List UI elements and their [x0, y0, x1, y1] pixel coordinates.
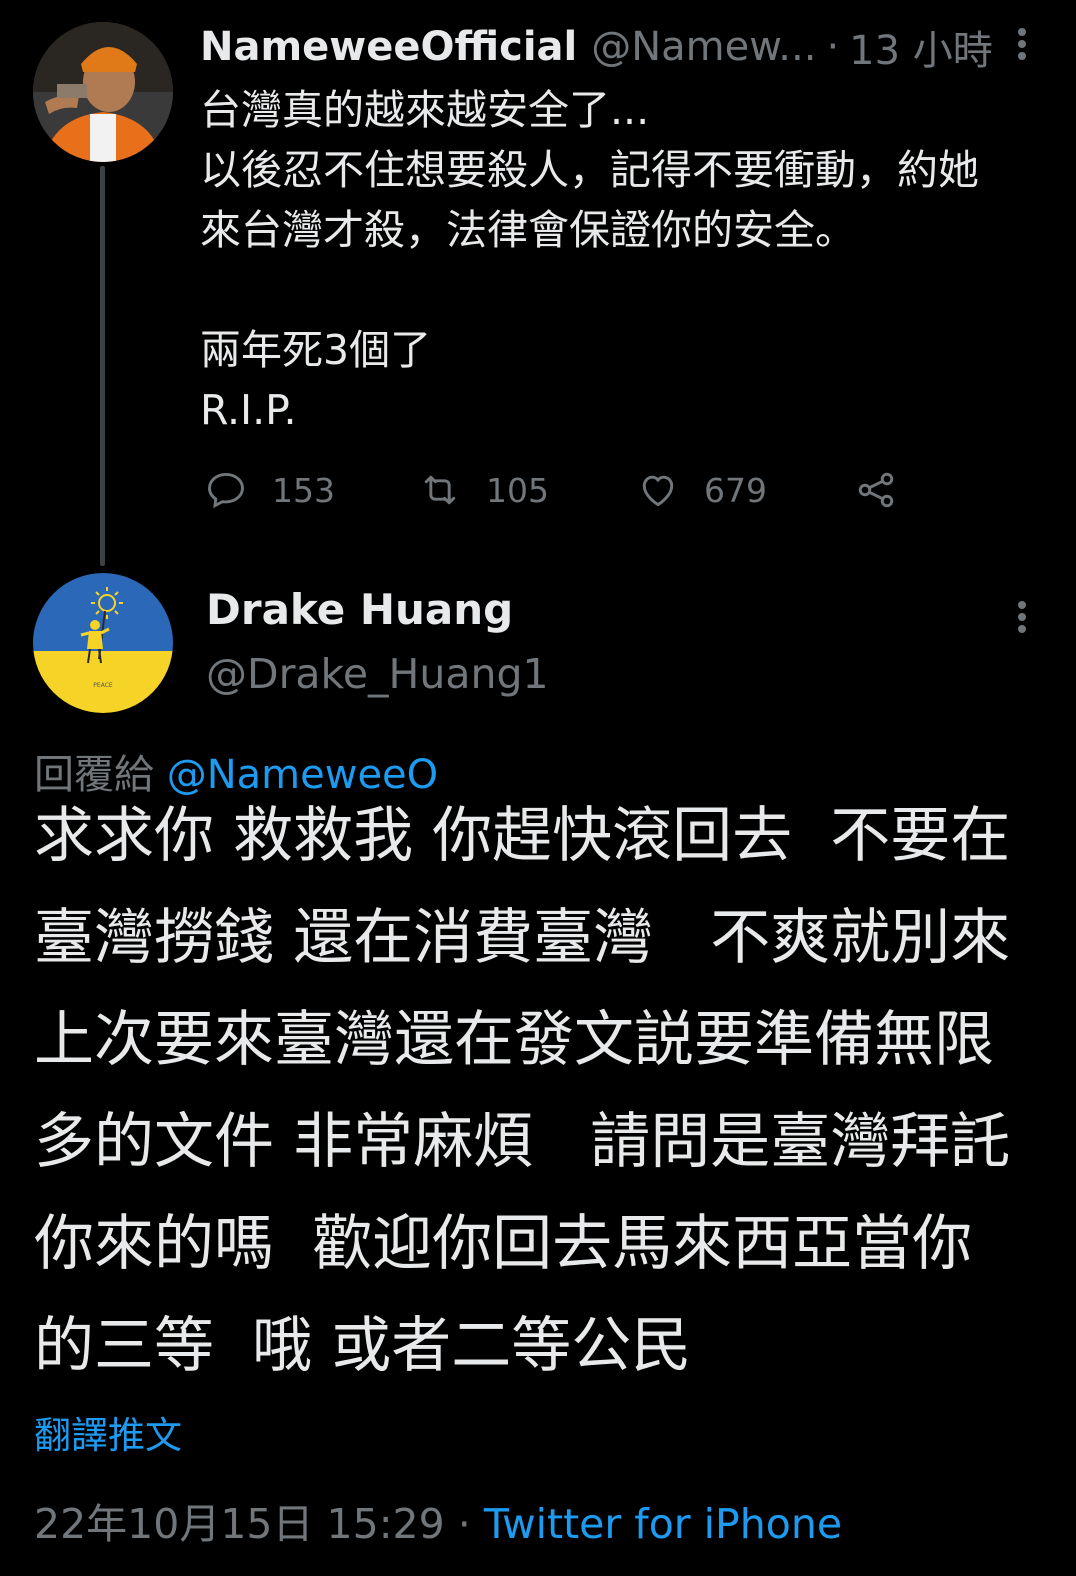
author-handle[interactable]: @Drake_Huang1: [206, 650, 549, 698]
tweet-line: 求求你 救救我 你趕快滾回去 不要在: [34, 801, 1011, 871]
retweet-count: 105: [486, 470, 549, 510]
tweet-line: 臺灣撈錢 還在消費臺灣 不爽就別來: [34, 903, 1011, 973]
avatar-caption: PEACE: [93, 682, 113, 689]
comment-bubble-icon: [208, 472, 244, 509]
author-name[interactable]: NameweeOfficial: [200, 24, 577, 70]
tweet-line: 來台灣才殺，法律會保證你的安全。: [200, 206, 856, 254]
tweet-text: 台灣真的越來越安全了... 以後忍不住想要殺人，記得不要衝動，約她 來台灣才殺，…: [200, 80, 1050, 440]
tweet-line: 多的文件 非常麻煩 請問是臺灣拜託: [34, 1107, 1011, 1177]
tweet-line: 以後忍不住想要殺人，記得不要衝動，約她: [200, 146, 979, 194]
tweet-line: R.I.P.: [200, 386, 297, 434]
more-vertical-icon[interactable]: [1008, 24, 1036, 64]
tweet-timestamp[interactable]: 22年10月15日 15:29: [34, 1500, 445, 1548]
tweet-metadata: 22年10月15日 15:29 · Twitter for iPhone: [34, 1490, 842, 1550]
avatar-photo: [33, 22, 173, 162]
like-count: 679: [704, 470, 767, 510]
translate-tweet-link[interactable]: 翻譯推文: [34, 1405, 182, 1459]
like-button[interactable]: 679: [636, 462, 767, 518]
tweet-line: 兩年死3個了: [200, 326, 432, 374]
tweet-source-link[interactable]: Twitter for iPhone: [484, 1500, 842, 1548]
thread-connector-line: [100, 166, 105, 566]
author-avatar[interactable]: PEACE: [33, 573, 173, 713]
share-icon: [858, 472, 894, 508]
author-handle[interactable]: @Namew...: [591, 24, 816, 70]
reply-button[interactable]: 153: [204, 462, 335, 518]
share-button[interactable]: [854, 462, 898, 518]
retweet-icon: [424, 475, 456, 505]
retweet-button[interactable]: 105: [418, 462, 549, 518]
tweet-line: 上次要來臺灣還在發文説要準備無限: [34, 1005, 994, 1075]
tweet-line: 的三等 哦 或者二等公民: [34, 1311, 692, 1381]
more-vertical-icon[interactable]: [1008, 597, 1036, 637]
reply-count: 153: [272, 470, 335, 510]
meta-separator: ·: [444, 1500, 484, 1548]
header-separator: ·: [826, 24, 840, 70]
heart-icon: [642, 475, 674, 507]
tweet-time[interactable]: 13 小時: [849, 18, 993, 76]
author-name[interactable]: Drake Huang: [206, 585, 513, 634]
tweet-text: 求求你 救救我 你趕快滾回去 不要在 臺灣撈錢 還在消費臺灣 不爽就別來 上次要…: [34, 785, 1064, 1397]
tweet-header: NameweeOfficial @Namew... · 13 小時: [200, 22, 1030, 74]
author-avatar[interactable]: [33, 22, 173, 162]
tweet-line: 你來的嗎 歡迎你回去馬來西亞當你: [34, 1209, 973, 1279]
avatar-illustration: PEACE: [33, 573, 173, 713]
tweet-line: [200, 260, 1050, 320]
tweet-line: 台灣真的越來越安全了...: [200, 86, 650, 134]
